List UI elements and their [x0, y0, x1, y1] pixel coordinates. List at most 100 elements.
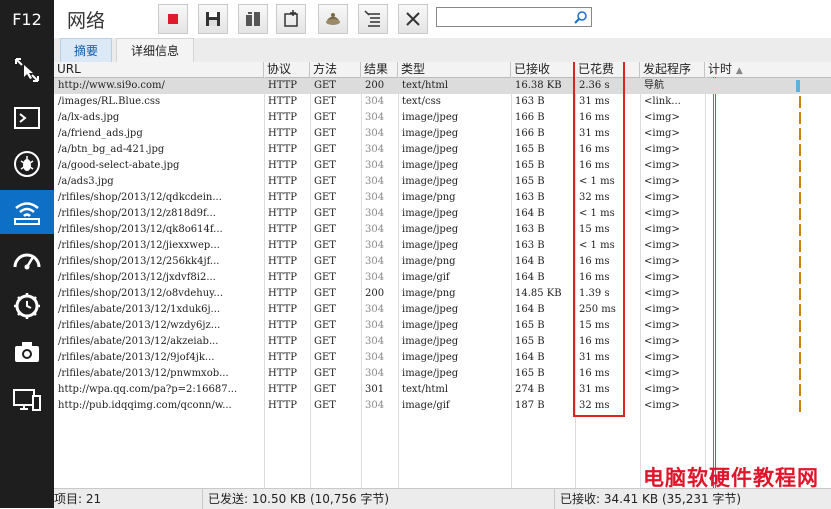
cell-taken: 16 ms — [579, 144, 610, 155]
cell-initiator: <img> — [644, 128, 680, 139]
performance-tool[interactable] — [0, 238, 54, 282]
cell-received: 165 B — [515, 176, 545, 187]
clear-session-button[interactable] — [358, 4, 388, 34]
timing-bar — [799, 144, 801, 156]
devices-tool[interactable] — [0, 378, 54, 422]
clear-entries-on-navigate-button[interactable] — [276, 4, 306, 34]
column-initiator[interactable]: 发起程序 — [640, 62, 705, 77]
emulation-tool[interactable] — [0, 330, 54, 374]
cell-initiator: <link... — [644, 96, 681, 107]
cell-type: image/jpeg — [402, 128, 459, 139]
close-x-icon — [406, 12, 420, 26]
network-tool[interactable] — [0, 190, 54, 234]
cell-result: 200 — [365, 288, 385, 299]
cell-url: /rlfiles/abate/2013/12/pnwmxob... — [58, 368, 229, 379]
column-timing[interactable]: 计时 ▲ — [705, 62, 831, 77]
table-row[interactable]: /rlfiles/abate/2013/12/wzdy6jz... HTTP GET… — [54, 318, 831, 334]
table-row[interactable]: /rlfiles/abate/2013/12/akzeiab... HTTP GET… — [54, 334, 831, 350]
cell-method: GET — [314, 224, 336, 235]
cell-url: /rlfiles/shop/2013/12/jxdvf8i2... — [58, 272, 216, 283]
debugger-tool[interactable] — [0, 142, 54, 186]
table-row[interactable]: /rlfiles/shop/2013/12/jxdvf8i2... HTTP GET… — [54, 270, 831, 286]
cell-received: 165 B — [515, 320, 545, 331]
clear-button[interactable] — [398, 4, 428, 34]
cell-method: GET — [314, 80, 336, 91]
table-row[interactable]: http://pub.idqqimg.com/qconn/w... HTTP GET… — [54, 398, 831, 414]
cell-initiator: <img> — [644, 112, 680, 123]
cell-initiator: <img> — [644, 176, 680, 187]
devtools-sidebar: F12 — [0, 0, 54, 508]
cell-method: GET — [314, 256, 336, 267]
column-timing-label: 计时 — [708, 62, 733, 76]
cell-method: GET — [314, 320, 336, 331]
table-row[interactable]: /a/good-select-abate.jpg HTTP GET 304 image/… — [54, 158, 831, 174]
cell-result: 304 — [365, 352, 385, 363]
column-type[interactable]: 类型 — [398, 62, 511, 77]
cell-received: 163 B — [515, 240, 545, 251]
table-row[interactable]: /a/lx-ads.jpg HTTP GET 304 image/jpeg 166 B 16… — [54, 110, 831, 126]
table-row[interactable]: /rlfiles/shop/2013/12/256kk4jf... HTTP GET… — [54, 254, 831, 270]
cell-method: GET — [314, 304, 336, 315]
cell-taken: 31 ms — [579, 384, 610, 395]
console-tool[interactable] — [0, 96, 54, 140]
cell-taken: 250 ms — [579, 304, 616, 315]
cursor-select-icon — [15, 58, 39, 82]
cell-type: image/png — [402, 288, 456, 299]
table-row[interactable]: /rlfiles/shop/2013/12/jiexxwep... HTTP GET… — [54, 238, 831, 254]
export-button[interactable] — [198, 4, 228, 34]
table-row[interactable]: http://www.si9o.com/HTTP GET 200 text/html 1… — [54, 78, 831, 94]
cell-url: /a/good-select-abate.jpg — [58, 160, 180, 171]
column-protocol[interactable]: 协议 — [264, 62, 310, 77]
table-row[interactable]: /rlfiles/abate/2013/12/pnwmxob... HTTP GET… — [54, 366, 831, 382]
cell-type: image/jpeg — [402, 176, 459, 187]
table-row[interactable]: /rlfiles/shop/2013/12/qdkcdein... HTTP GET… — [54, 190, 831, 206]
cell-method: GET — [314, 368, 336, 379]
table-row[interactable]: /rlfiles/abate/2013/12/9jof4jk... HTTP GET… — [54, 350, 831, 366]
cell-result: 304 — [365, 240, 385, 251]
tab-summary[interactable]: 摘要 — [60, 38, 112, 62]
table-row[interactable]: /images/RL.Blue.css HTTP GET 304 text/css 163… — [54, 94, 831, 110]
clear-cache-button[interactable] — [318, 4, 348, 34]
cell-result: 304 — [365, 368, 385, 379]
timing-bar — [799, 272, 801, 284]
dom-explorer-tool[interactable] — [0, 48, 54, 92]
table-row[interactable]: http://wpa.qq.com/pa?p=2:16687... HTTP GET… — [54, 382, 831, 398]
column-url[interactable]: URL — [54, 62, 264, 77]
server-refresh-icon — [246, 12, 260, 26]
table-row[interactable]: /rlfiles/abate/2013/12/1xduk6j... HTTP GET… — [54, 302, 831, 318]
memory-tool[interactable] — [0, 284, 54, 328]
cell-url: /a/ads3.jpg — [58, 176, 114, 187]
always-refresh-button[interactable] — [238, 4, 268, 34]
cell-url: /rlfiles/shop/2013/12/256kk4jf... — [58, 256, 220, 267]
watermark: 电脑软硬件教程网 — [643, 466, 819, 490]
column-method[interactable]: 方法 — [310, 62, 361, 77]
cell-type: image/gif — [402, 400, 450, 411]
cell-protocol: HTTP — [268, 336, 297, 347]
cell-initiator: <img> — [644, 240, 680, 251]
search-input[interactable] — [436, 7, 592, 27]
cell-result: 304 — [365, 400, 385, 411]
stop-capture-button[interactable] — [158, 4, 188, 34]
timing-bar — [799, 384, 801, 396]
cell-method: GET — [314, 272, 336, 283]
column-result[interactable]: 结果 — [361, 62, 398, 77]
table-row[interactable]: /rlfiles/shop/2013/12/z818d9f... HTTP GET 3… — [54, 206, 831, 222]
timing-bar — [799, 160, 801, 172]
tab-details[interactable]: 详细信息 — [116, 38, 194, 62]
table-row[interactable]: /a/friend_ads.jpg HTTP GET 304 image/jpeg 166… — [54, 126, 831, 142]
cell-initiator: <img> — [644, 224, 680, 235]
cell-protocol: HTTP — [268, 368, 297, 379]
column-taken[interactable]: 已花费 — [575, 62, 640, 77]
cell-received: 163 B — [515, 192, 545, 203]
cell-protocol: HTTP — [268, 128, 297, 139]
timing-bar — [799, 96, 801, 108]
cell-type: image/png — [402, 192, 456, 203]
table-row[interactable]: /rlfiles/shop/2013/12/o8vdehuy... HTTP GET… — [54, 286, 831, 302]
camera-icon — [15, 342, 39, 362]
table-row[interactable]: /a/btn_bg_ad-421.jpg HTTP GET 304 image/jpeg… — [54, 142, 831, 158]
column-received[interactable]: 已接收 — [511, 62, 575, 77]
table-row[interactable]: /a/ads3.jpg HTTP GET 304 image/jpeg 165 B < 1 … — [54, 174, 831, 190]
cell-result: 304 — [365, 208, 385, 219]
cell-result: 304 — [365, 272, 385, 283]
table-row[interactable]: /rlfiles/shop/2013/12/qk8o614f... HTTP GET… — [54, 222, 831, 238]
